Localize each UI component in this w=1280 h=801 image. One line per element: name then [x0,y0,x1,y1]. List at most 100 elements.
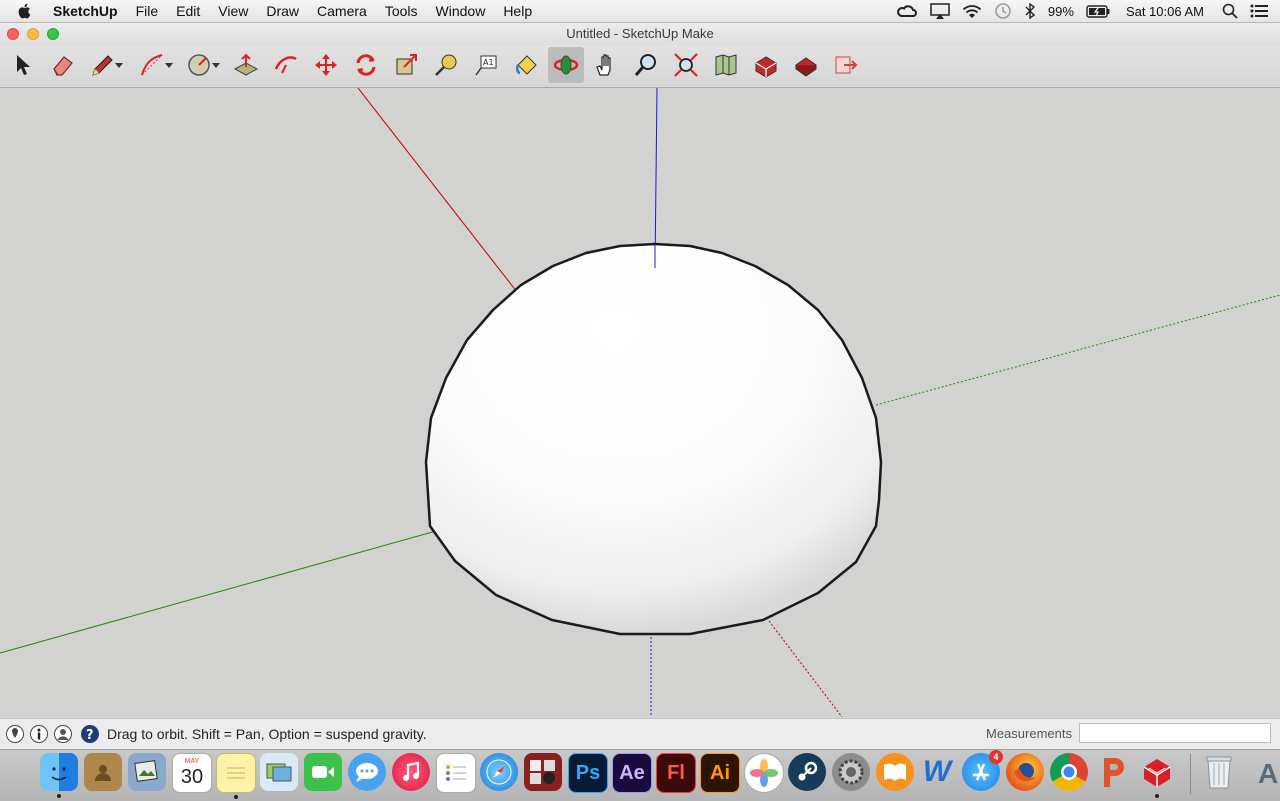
app-menu[interactable]: SketchUp [44,0,127,22]
orbit-tool-button[interactable] [548,47,584,83]
after-effects-label: Ae [619,761,645,784]
shapes-tool-button[interactable] [181,47,220,83]
paint-bucket-tool-button[interactable] [508,47,544,83]
text-tool-button[interactable]: A1 [468,47,504,83]
system-preferences-app-icon[interactable] [832,753,870,791]
pan-tool-button[interactable] [588,47,624,83]
notification-center-icon[interactable] [1250,4,1268,18]
sketchup-app-icon[interactable] [1138,753,1176,798]
apple-menu-icon[interactable] [16,2,34,20]
model-canvas[interactable] [0,88,1280,717]
contacts-app-icon[interactable] [84,753,122,791]
previous-view-tool-button[interactable] [708,47,744,83]
after-effects-app-icon[interactable]: Ae [612,753,652,793]
wifi-icon[interactable] [962,4,982,19]
geolocation-icon[interactable] [5,724,25,744]
flash-app-icon[interactable]: Fl [656,753,696,793]
battery-icon[interactable] [1086,4,1110,18]
dome-solid[interactable] [424,242,883,636]
orbit-icon [553,55,579,75]
safari-app-icon[interactable] [480,753,518,791]
scale-tool-button[interactable] [388,47,424,83]
help-question-icon[interactable]: ? [80,724,100,744]
zoom-extents-icon [674,53,698,77]
powerpoint-app-icon[interactable] [1094,753,1132,791]
tape-measure-tool-button[interactable] [428,47,464,83]
menu-help[interactable]: Help [494,0,541,22]
chrome-app-icon[interactable] [1050,753,1088,791]
eraser-icon [53,56,73,76]
creative-cloud-icon[interactable] [896,4,918,18]
arc-icon [141,54,163,76]
window-titlebar: Untitled - SketchUp Make [0,23,1280,45]
spotlight-icon[interactable] [1222,3,1238,19]
menubar-clock[interactable]: Sat 10:06 AM [1126,4,1204,19]
layout-icon [835,56,858,74]
bluetooth-icon[interactable] [1024,3,1036,19]
drawing-area[interactable] [0,88,1280,717]
window-title: Untitled - SketchUp Make [566,26,714,41]
word-app-icon[interactable]: W [918,753,956,791]
text-label-icon: A1 [475,55,497,76]
zoom-extents-tool-button[interactable] [668,47,704,83]
photoshop-label: Ps [575,761,601,784]
move-arrows-icon [315,54,337,76]
app-store-app-icon[interactable]: 4 [962,750,1003,791]
blue-axis-solid [654,88,658,270]
model-info-icon[interactable] [29,724,49,744]
airplay-icon[interactable] [930,3,950,19]
map-icon [715,54,737,76]
large-toolset-toolbar: A1 [0,45,1280,88]
status-bar: ? Drag to orbit. Shift = Pan, Option = s… [0,718,1280,749]
menu-edit[interactable]: Edit [167,0,209,22]
line-tool-button[interactable] [84,47,123,83]
zoom-tool-button[interactable] [628,47,664,83]
pencil-icon [92,55,113,76]
follow-me-icon [274,56,297,74]
finder-app-icon[interactable] [40,753,78,798]
menu-window[interactable]: Window [427,0,495,22]
measurements-input[interactable] [1079,723,1271,743]
hand-icon [596,54,611,76]
menu-camera[interactable]: Camera [308,0,376,22]
word-label: W [922,755,952,788]
ibooks-app-icon[interactable] [876,753,914,791]
firefox-app-icon[interactable] [1006,753,1044,791]
svg-text:A1: A1 [483,58,494,67]
rotate-tool-button[interactable] [348,47,384,83]
messages-app-icon[interactable] [348,753,386,791]
menu-view[interactable]: View [209,0,257,22]
notes-app-icon[interactable] [216,753,256,799]
photo-booth-app-icon[interactable] [524,753,562,791]
trash-icon[interactable] [1200,753,1238,791]
offset-tool-button[interactable] [268,47,304,83]
illustrator-app-icon[interactable]: Ai [700,753,740,793]
time-machine-icon[interactable] [994,2,1012,20]
send-to-layout-tool-button[interactable] [828,47,864,83]
steam-app-icon[interactable] [788,753,826,791]
eraser-tool-button[interactable] [44,47,80,83]
green-axis-solid [0,530,437,654]
preview-app-icon[interactable] [128,753,166,791]
user-account-icon[interactable] [53,724,73,744]
select-tool-button[interactable] [4,47,40,83]
move-tool-button[interactable] [308,47,344,83]
iphoto-app-icon[interactable] [260,753,298,791]
svg-text:?: ? [86,728,94,743]
facetime-app-icon[interactable] [304,753,342,791]
reminders-app-icon[interactable] [436,753,476,793]
red-axis-solid [357,88,518,293]
arc-tool-button[interactable] [134,47,173,83]
itunes-app-icon[interactable] [392,753,430,791]
photos-app-icon[interactable] [744,753,784,793]
extension-warehouse-tool-button[interactable] [788,47,824,83]
calendar-month: MAY [184,758,200,765]
photoshop-app-icon[interactable]: Ps [568,753,608,793]
calendar-day: 30 [180,766,204,788]
menu-file[interactable]: File [127,0,168,22]
3d-warehouse-tool-button[interactable] [748,47,784,83]
menu-tools[interactable]: Tools [376,0,427,22]
calendar-app-icon[interactable]: MAY 30 [172,753,212,793]
menu-draw[interactable]: Draw [257,0,308,22]
push-pull-tool-button[interactable] [228,47,264,83]
